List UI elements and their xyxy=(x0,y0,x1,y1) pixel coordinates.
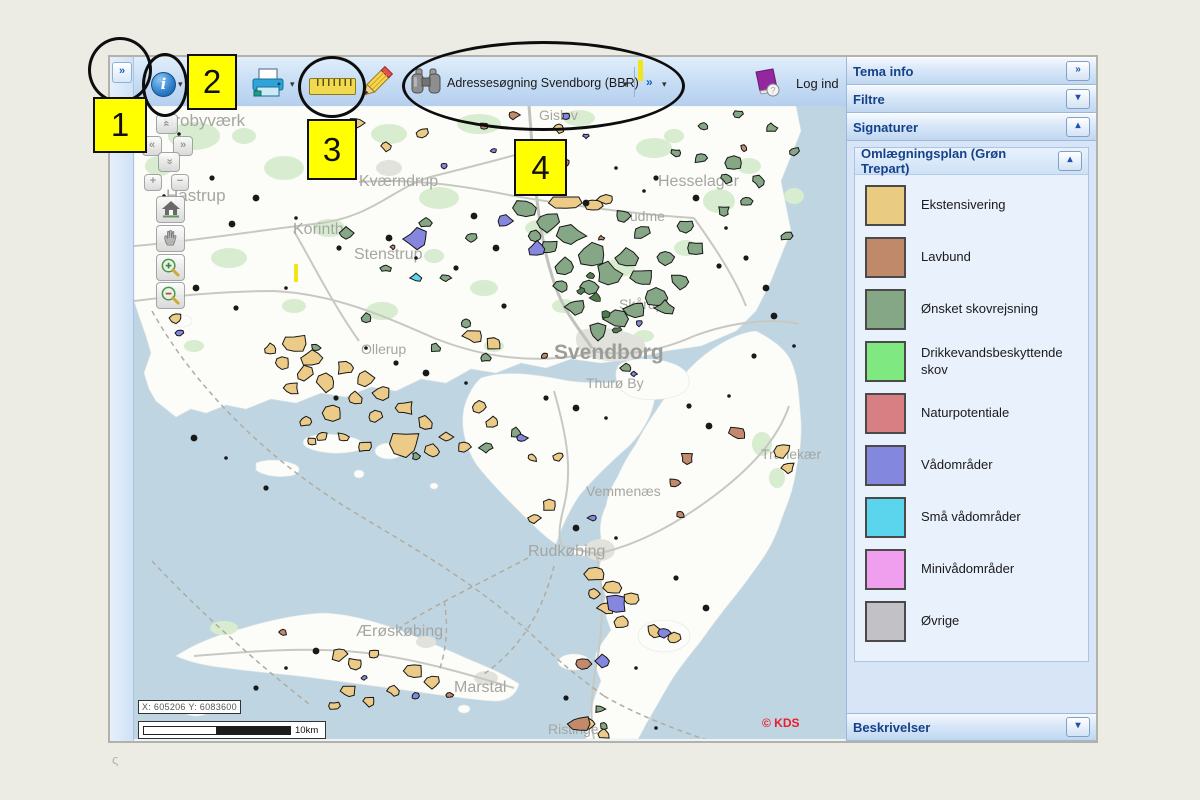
legend-item: Drikkevandsbeskyttende skov xyxy=(865,341,1080,382)
legend-swatch-minivaad xyxy=(865,549,906,590)
expand-left-panel-button[interactable]: » xyxy=(112,62,132,83)
map-label-marstal: Marstal xyxy=(454,679,506,696)
help-button[interactable]: ? xyxy=(751,67,781,102)
yellow-map-marker xyxy=(294,264,298,282)
panel-filtre[interactable]: Filtre ▾ xyxy=(847,85,1096,113)
stray-mark: ς xyxy=(112,752,118,767)
legend-item: Vådområder xyxy=(865,445,1080,486)
toolbar-separator xyxy=(634,67,635,97)
legend-swatch-skovrejsning xyxy=(865,289,906,330)
zoom-step-out-button[interactable]: − xyxy=(171,174,189,191)
legend-panel: Omlægningsplan (Grøn Trepart) ▴ Ekstensi… xyxy=(854,147,1089,662)
zoom-out-button[interactable] xyxy=(156,282,185,309)
more-tools-button[interactable]: » xyxy=(646,75,653,89)
map-label-rudkobing: Rudkøbing xyxy=(528,543,605,560)
scale-bar: 10km xyxy=(138,721,326,739)
beskrivelser-collapse-button[interactable]: ▾ xyxy=(1066,717,1090,737)
main-toolbar: i ▾ ▾ xyxy=(134,57,846,107)
legend-items: Ekstensivering Lavbund Ønsket skovrejsni… xyxy=(855,175,1088,661)
info-icon: i xyxy=(161,75,167,93)
home-extent-button[interactable] xyxy=(156,196,185,223)
address-search-button[interactable] xyxy=(411,68,441,101)
scale-bar-segment-white xyxy=(143,726,217,735)
map-label-vemmenaes: Vemmenæs xyxy=(586,483,661,499)
coordinate-readout: X: 605206 Y: 6083600 xyxy=(138,700,241,714)
hand-icon xyxy=(162,229,180,247)
printer-icon xyxy=(251,68,285,98)
question-mark-icon: ? xyxy=(770,86,775,96)
info-tool-button[interactable]: i xyxy=(151,72,176,97)
signaturer-content: Omlægningsplan (Grøn Trepart) ▴ Ekstensi… xyxy=(847,141,1096,713)
pan-down-button[interactable]: » xyxy=(158,152,180,172)
signaturer-collapse-button[interactable]: ▴ xyxy=(1066,117,1090,137)
map-label-gislev: Gislev xyxy=(539,107,578,123)
pan-tool-button[interactable] xyxy=(156,225,185,252)
legend-item: Lavbund xyxy=(865,237,1080,278)
legend-item: Øvrige xyxy=(865,601,1080,642)
map-canvas[interactable]: Brobyværk Hastrup Kværndrup Korinth Sten… xyxy=(134,106,846,739)
panel-filtre-title: Filtre xyxy=(853,92,1066,107)
tema-info-expand-button[interactable]: » xyxy=(1066,61,1090,81)
panel-signaturer-title: Signaturer xyxy=(853,120,1066,135)
legend-item: Ønsket skovrejsning xyxy=(865,289,1080,330)
legend-swatch-ekstensivering xyxy=(865,185,906,226)
legend-item: Små vådområder xyxy=(865,497,1080,538)
pan-up-button[interactable]: » xyxy=(156,114,178,134)
legend-swatch-naturpotentiale xyxy=(865,393,906,434)
legend-swatch-ovrige xyxy=(865,601,906,642)
map-label-ollerup: Ollerup xyxy=(361,341,406,357)
print-button[interactable] xyxy=(251,68,285,103)
panel-tema-info-title: Tema info xyxy=(853,64,1066,79)
panel-tema-info[interactable]: Tema info » xyxy=(847,57,1096,85)
filtre-collapse-button[interactable]: ▾ xyxy=(1066,89,1090,109)
map-label-korinth: Korinth xyxy=(293,221,344,238)
zoom-step-in-button[interactable]: + xyxy=(144,174,162,191)
legend-item: Minivådområder xyxy=(865,549,1080,590)
chevrons-right-icon: » xyxy=(119,65,125,77)
login-button[interactable]: Log ind xyxy=(796,76,839,91)
right-sidebar: Tema info » Filtre ▾ Signaturer ▴ Omlægn… xyxy=(846,57,1096,741)
measure-button[interactable] xyxy=(309,78,356,95)
scale-label: 10km xyxy=(295,725,318,736)
help-book-icon: ? xyxy=(751,67,781,97)
legend-swatch-vaadomraader xyxy=(865,445,906,486)
scale-bar-segment-black xyxy=(217,726,291,735)
legend-swatch-smaa-vaad xyxy=(865,497,906,538)
legend-item: Ekstensivering xyxy=(865,185,1080,226)
more-tools-caret[interactable]: ▾ xyxy=(662,79,667,90)
address-search-caret[interactable]: ▾ xyxy=(623,79,628,90)
address-search-label[interactable]: Adressesøgning Svendborg (BBR) xyxy=(447,76,639,90)
legend-swatch-lavbund xyxy=(865,237,906,278)
map-label-thuro-by: Thurø By xyxy=(586,375,644,391)
legend-header[interactable]: Omlægningsplan (Grøn Trepart) ▴ xyxy=(855,148,1088,175)
draw-button[interactable] xyxy=(357,64,395,107)
info-dropdown-caret[interactable]: ▾ xyxy=(178,79,183,90)
panel-signaturer[interactable]: Signaturer ▴ xyxy=(847,113,1096,141)
map-copyright: © KDS xyxy=(762,716,800,730)
zoom-in-icon xyxy=(160,257,181,278)
pencil-icon xyxy=(357,64,395,102)
map-label-tranekaer: Tranekær xyxy=(761,446,822,462)
legend-item: Naturpotentiale xyxy=(865,393,1080,434)
map-label-stenstrup: Stenstrup xyxy=(354,246,423,263)
left-collapsed-panel: » xyxy=(110,57,134,741)
gis-app-window: » i ▾ ▾ xyxy=(108,55,1098,743)
panel-beskrivelser[interactable]: Beskrivelser ▾ xyxy=(847,713,1096,741)
map-label-aeroskobing: Ærøskøbing xyxy=(356,623,443,640)
home-icon xyxy=(161,200,181,218)
binoculars-icon xyxy=(411,68,441,96)
zoom-in-button[interactable] xyxy=(156,254,185,281)
panel-beskrivelser-title: Beskrivelser xyxy=(853,720,1066,735)
map-label-svendborg: Svendborg xyxy=(554,341,664,364)
legend-title: Omlægningsplan (Grøn Trepart) xyxy=(861,146,1058,176)
yellow-marker xyxy=(638,60,643,81)
legend-swatch-drikkevand xyxy=(865,341,906,382)
map-label-kvaerndrup: Kværndrup xyxy=(359,173,438,190)
print-dropdown-caret[interactable]: ▾ xyxy=(290,79,295,90)
legend-collapse-button[interactable]: ▴ xyxy=(1058,151,1082,171)
zoom-out-icon xyxy=(160,285,181,306)
